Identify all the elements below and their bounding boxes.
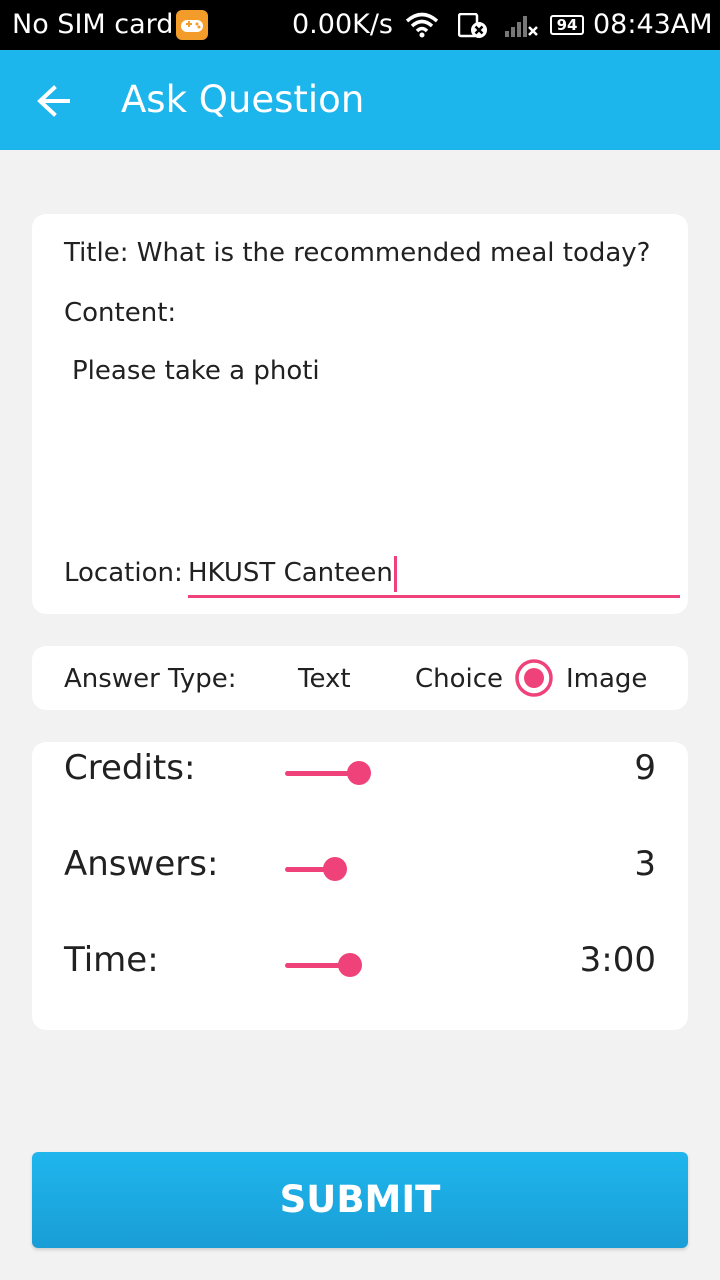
answer-type-card: Answer Type: Text Choice Image	[32, 646, 688, 710]
answers-slider[interactable]	[285, 854, 405, 884]
time-value: 3:00	[579, 940, 656, 980]
answer-option-text[interactable]: Text	[298, 664, 351, 694]
answers-value: 3	[634, 844, 656, 884]
content-label: Content:	[64, 298, 177, 328]
app-bar: Ask Question	[0, 50, 720, 150]
game-icon	[176, 10, 208, 40]
slider-thumb[interactable]	[347, 761, 371, 785]
clock: 08:43AM	[593, 9, 713, 40]
slider-thumb[interactable]	[323, 857, 347, 881]
credits-slider[interactable]	[285, 758, 405, 788]
credits-label: Credits:	[64, 748, 196, 788]
question-card: Title: What is the recommended meal toda…	[32, 214, 688, 614]
battery-icon: 94	[550, 15, 584, 35]
question-title: Title: What is the recommended meal toda…	[64, 238, 651, 268]
sim-icon	[457, 12, 490, 46]
page-title: Ask Question	[121, 78, 365, 121]
signal-icon	[503, 13, 539, 46]
network-speed: 0.00K/s	[292, 9, 393, 40]
time-slider[interactable]	[285, 950, 405, 980]
parameters-card: Credits: 9 Answers: 3 Time: 3:00	[32, 742, 688, 1030]
location-label: Location:	[64, 558, 183, 588]
carrier-label: No SIM card	[12, 9, 174, 40]
answer-option-choice[interactable]: Choice	[415, 664, 503, 694]
slider-thumb[interactable]	[338, 953, 362, 977]
answers-label: Answers:	[64, 844, 219, 884]
wifi-icon	[405, 12, 439, 45]
radio-selected-icon[interactable]	[514, 658, 554, 698]
arrow-back-icon	[37, 85, 70, 117]
status-bar: No SIM card 0.00K/s 94 08:43AM	[0, 0, 720, 50]
location-value: HKUST Canteen	[188, 558, 393, 588]
submit-button[interactable]: SUBMIT	[32, 1152, 688, 1248]
content-text[interactable]: Please take a photi	[72, 356, 320, 386]
back-button[interactable]	[30, 78, 80, 124]
location-input[interactable]: HKUST Canteen	[188, 550, 680, 598]
time-label: Time:	[64, 940, 159, 980]
answer-option-image[interactable]: Image	[566, 664, 647, 694]
text-cursor	[393, 555, 397, 592]
answer-type-label: Answer Type:	[64, 664, 237, 694]
credits-value: 9	[634, 748, 656, 788]
